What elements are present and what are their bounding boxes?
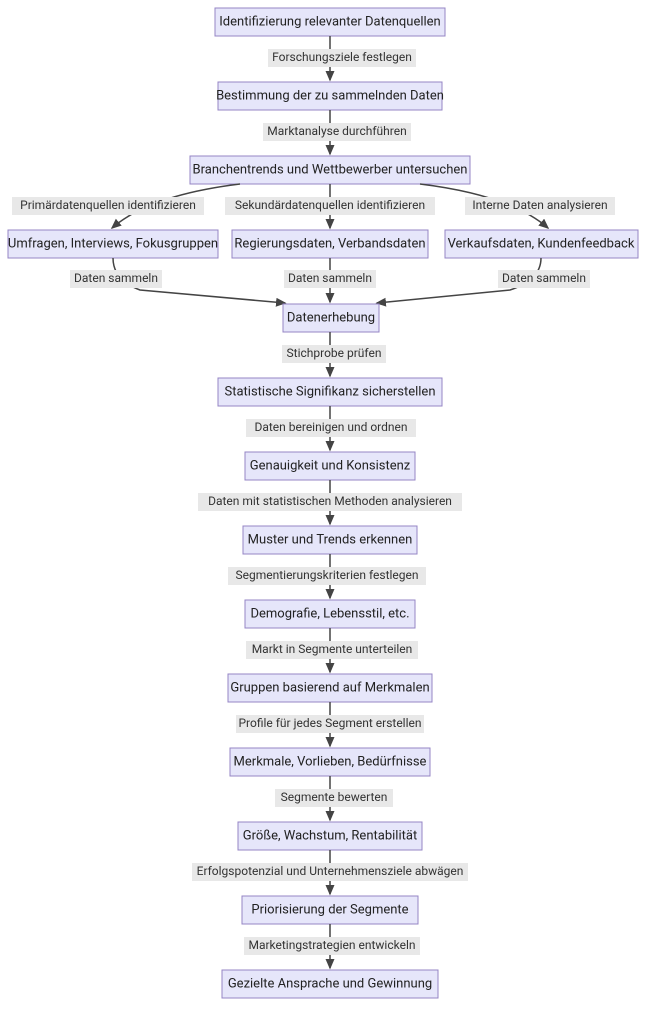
edge-label-profiles: Profile für jedes Segment erstellen — [236, 715, 424, 733]
node-accuracy: Genauigkeit und Konsistenz — [245, 452, 415, 480]
edge-label: Markt in Segmente unterteilen — [252, 642, 413, 656]
edge-label: Marketingstrategien entwickeln — [248, 938, 415, 952]
edge-label: Daten bereinigen und ordnen — [254, 420, 407, 434]
node-label: Verkaufsdaten, Kundenfeedback — [448, 236, 635, 251]
edge-label: Forschungsziele festlegen — [272, 50, 412, 64]
node-label: Genauigkeit und Konsistenz — [250, 458, 411, 473]
edge-label: Daten sammeln — [288, 271, 372, 285]
node-surveys: Umfragen, Interviews, Fokusgruppen — [8, 230, 218, 258]
node-demographics: Demografie, Lebensstil, etc. — [245, 600, 415, 628]
edge-label: Profile für jedes Segment erstellen — [238, 716, 421, 730]
edge-label: Erfolgspotenzial und Unternehmensziele a… — [197, 864, 464, 878]
edge-label-clean-data: Daten bereinigen und ordnen — [246, 419, 416, 437]
node-industry-trends: Branchentrends und Wettbewerber untersuc… — [190, 156, 470, 184]
node-determine-data: Bestimmung der zu sammelnden Daten — [216, 82, 444, 110]
node-label: Regierungsdaten, Verbandsdaten — [234, 236, 425, 251]
edge-label: Daten mit statistischen Methoden analysi… — [208, 494, 452, 508]
edge-label-marketing-strategies: Marketingstrategien entwickeln — [244, 937, 420, 955]
edge-label-collect-b: Daten sammeln — [284, 270, 376, 288]
node-label: Branchentrends und Wettbewerber untersuc… — [193, 162, 468, 177]
edge-label: Interne Daten analysieren — [472, 198, 607, 212]
node-government-data: Regierungsdaten, Verbandsdaten — [232, 230, 428, 258]
node-traits-prefs: Merkmale, Vorlieben, Bedürfnisse — [230, 748, 430, 776]
edge-label-secondary-sources: Sekundärdatenquellen identifizieren — [225, 197, 435, 215]
node-label: Gruppen basierend auf Merkmalen — [230, 680, 429, 695]
node-label: Größe, Wachstum, Rentabilität — [243, 828, 417, 843]
edge-label-evaluate-segments: Segmente bewerten — [275, 789, 393, 807]
edge-label-primary-sources: Primärdatenquellen identifizieren — [12, 197, 204, 215]
node-label: Merkmale, Vorlieben, Bedürfnisse — [234, 754, 427, 769]
node-sales-data: Verkaufsdaten, Kundenfeedback — [445, 230, 638, 258]
edge-label: Primärdatenquellen identifizieren — [20, 198, 196, 212]
edge-label-analyze-stat: Daten mit statistischen Methoden analysi… — [198, 493, 462, 511]
edge-label-market-analysis: Marktanalyse durchführen — [263, 123, 411, 141]
node-label: Umfragen, Interviews, Fokusgruppen — [8, 236, 218, 251]
node-label: Bestimmung der zu sammelnden Daten — [216, 88, 444, 103]
edge-label: Marktanalyse durchführen — [267, 124, 406, 138]
edge-label-collect-c: Daten sammeln — [498, 270, 590, 288]
edge-label-seg-criteria: Segmentierungskriterien festlegen — [228, 567, 426, 585]
edge-label: Segmente bewerten — [281, 790, 388, 804]
node-identify-sources: Identifizierung relevanter Datenquellen — [215, 8, 445, 36]
node-label: Demografie, Lebensstil, etc. — [250, 606, 409, 621]
node-data-collection: Datenerhebung — [283, 304, 379, 332]
flowchart-diagram: Identifizierung relevanter Datenquellen … — [0, 0, 646, 1024]
edge-label-research-goals: Forschungsziele festlegen — [268, 49, 416, 67]
edge-label-divide-market: Markt in Segmente unterteilen — [246, 641, 418, 659]
edge-label-potential-goals: Erfolgspotenzial und Unternehmensziele a… — [192, 863, 468, 881]
node-targeted: Gezielte Ansprache und Gewinnung — [222, 970, 438, 998]
node-groups-traits: Gruppen basierend auf Merkmalen — [228, 674, 432, 702]
edge-label-internal-data: Interne Daten analysieren — [465, 197, 615, 215]
node-patterns: Muster und Trends erkennen — [243, 526, 417, 554]
edge-label: Daten sammeln — [74, 271, 158, 285]
edge-label-collect-a: Daten sammeln — [70, 270, 162, 288]
node-label: Gezielte Ansprache und Gewinnung — [228, 976, 432, 991]
edge-label-check-sample: Stichprobe prüfen — [282, 345, 386, 363]
node-label: Statistische Signifikanz sicherstellen — [225, 384, 436, 399]
node-label: Datenerhebung — [287, 310, 375, 325]
node-label: Identifizierung relevanter Datenquellen — [219, 14, 441, 29]
node-label: Priorisierung der Segmente — [251, 902, 408, 917]
edge-label: Segmentierungskriterien festlegen — [235, 568, 418, 582]
node-stat-significance: Statistische Signifikanz sicherstellen — [218, 378, 442, 406]
node-size-growth: Größe, Wachstum, Rentabilität — [238, 822, 422, 850]
node-prioritize: Priorisierung der Segmente — [242, 896, 418, 924]
edge-label: Sekundärdatenquellen identifizieren — [235, 198, 425, 212]
node-label: Muster und Trends erkennen — [248, 532, 413, 547]
edge-label: Stichprobe prüfen — [287, 346, 382, 360]
edge-label: Daten sammeln — [502, 271, 586, 285]
